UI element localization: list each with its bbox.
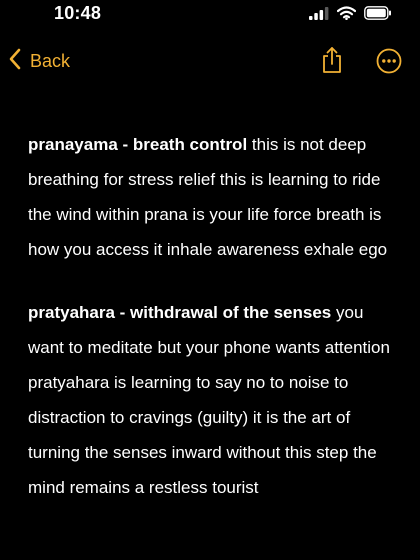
navigation-bar: Back: [0, 40, 420, 84]
wifi-icon: [336, 6, 357, 25]
share-button[interactable]: [320, 46, 344, 79]
status-bar: 10:48: [0, 0, 420, 30]
chevron-left-icon: [8, 48, 22, 75]
back-label: Back: [30, 51, 71, 71]
note-paragraph-heading: pratyahara - withdrawal of the senses: [28, 303, 332, 322]
more-options-button[interactable]: [376, 48, 402, 79]
battery-icon: [364, 6, 392, 25]
status-time: 10:48: [54, 3, 102, 23]
note-body[interactable]: pranayama - breath control this is not d…: [28, 127, 400, 505]
note-paragraph-text: you want to meditate but your phone want…: [28, 303, 390, 497]
note-paragraph: pratyahara - withdrawal of the senses yo…: [28, 295, 400, 505]
share-icon: [320, 47, 344, 78]
more-options-icon: [376, 48, 402, 78]
back-button[interactable]: Back: [8, 48, 70, 75]
note-paragraph: pranayama - breath control this is not d…: [28, 127, 400, 267]
cellular-signal-icon: [309, 6, 329, 25]
status-icons: [309, 6, 392, 25]
note-paragraph-heading: pranayama - breath control: [28, 135, 248, 154]
